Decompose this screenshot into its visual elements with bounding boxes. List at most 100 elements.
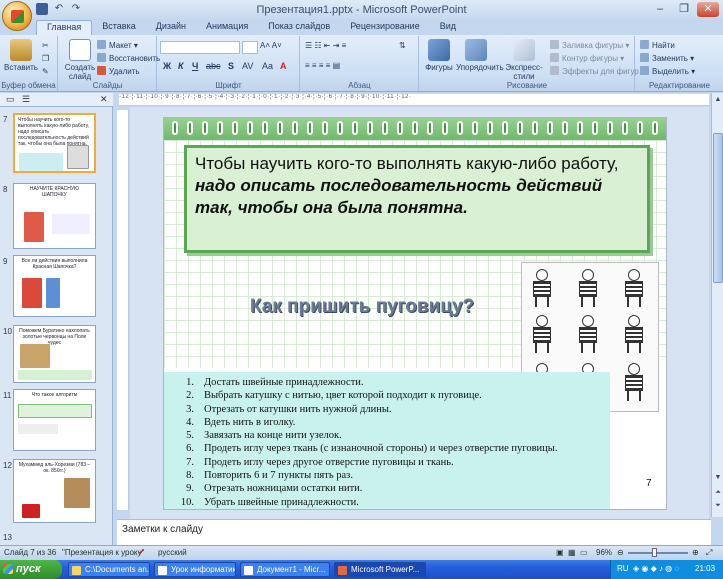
group-drawing: Фигуры Упорядочить Экспресс-стили Заливк… — [420, 36, 645, 91]
language-indicator[interactable]: русский — [158, 548, 187, 557]
find-button[interactable]: Найти — [640, 40, 675, 50]
change-case-button[interactable]: Aa — [262, 61, 273, 71]
scroll-thumb[interactable] — [713, 133, 723, 283]
strikethrough-button[interactable]: abc — [206, 61, 221, 71]
spiral-ring — [397, 121, 403, 135]
font-group-label: Шрифт — [215, 81, 242, 90]
step-text: Повторить 6 и 7 пункты пять раз. — [204, 470, 353, 482]
start-button[interactable]: пуск — [0, 560, 62, 579]
tab-view[interactable]: Вид — [430, 20, 466, 35]
shapes-button[interactable]: Фигуры — [422, 39, 456, 72]
spiral-ring — [292, 121, 298, 135]
sorter-view-icon[interactable]: ▦ — [568, 548, 576, 557]
scroll-down-icon[interactable]: ▼ — [713, 473, 723, 483]
slide-subtitle[interactable]: Как пришить пуговицу? — [212, 296, 512, 318]
task-explorer[interactable]: C:\Documents an... — [68, 562, 150, 577]
copy-icon[interactable]: ❐ — [42, 54, 49, 63]
slide[interactable]: Чтобы научить кого-то выполнять какую-ли… — [163, 117, 667, 510]
quick-styles-button[interactable]: Экспресс-стили — [500, 39, 548, 81]
thumb-text-block — [18, 370, 92, 380]
delete-slide-button[interactable]: Удалить — [97, 66, 140, 76]
text-direction-icon[interactable]: ⇅ — [399, 41, 406, 50]
spiral-ring — [307, 121, 313, 135]
fit-to-window-icon[interactable]: ⤢ — [706, 548, 712, 558]
step-number: 3. — [186, 403, 194, 415]
font-name-field[interactable] — [160, 41, 240, 54]
task-word-doc[interactable]: Документ1 - Micr... — [240, 562, 330, 577]
slide-thumb-12[interactable]: Мухаммед аль-Хорезми (783 – ок. 850гг.) — [13, 459, 96, 523]
tab-insert[interactable]: Вставка — [92, 20, 145, 35]
paste-button[interactable]: Вставить — [4, 39, 38, 72]
prev-slide-icon[interactable]: ⏶ — [713, 488, 723, 498]
shape-fill-button[interactable]: Заливка фигуры ▾ — [550, 40, 629, 50]
reset-button[interactable]: Восстановить — [97, 53, 160, 63]
shadow-button[interactable]: S — [228, 61, 234, 71]
tab-animation[interactable]: Анимация — [196, 20, 258, 35]
normal-view-icon[interactable]: ▣ — [556, 548, 564, 557]
zoom-out-icon[interactable]: ⊖ — [617, 548, 624, 557]
close-button[interactable]: ✕ — [697, 2, 719, 17]
outline-tab-icon[interactable]: ☰ — [22, 94, 30, 105]
slide-thumb-8[interactable]: НАУЧИТЕ КРАСНУЮ ШАПОЧКУ — [13, 183, 96, 249]
language-indicator-tray[interactable]: RU — [617, 564, 629, 573]
select-button[interactable]: Выделить ▾ — [640, 66, 695, 76]
shape-outline-button[interactable]: Контур фигуры ▾ — [550, 53, 624, 63]
shape-effects-button[interactable]: Эффекты для фигур ▾ — [550, 66, 645, 76]
font-color-button[interactable]: A — [280, 61, 287, 71]
scroll-up-icon[interactable]: ▲ — [713, 95, 723, 105]
minimize-button[interactable]: – — [649, 2, 671, 17]
tray-icons[interactable]: ◈ ◉ ◆ ♪ ◍ ◌ — [633, 564, 679, 573]
underline-button[interactable]: Ч — [192, 61, 198, 71]
spellcheck-icon[interactable]: ✔ — [138, 548, 145, 557]
task-word-lesson[interactable]: Урок информатик... — [154, 562, 236, 577]
italic-button[interactable]: К — [178, 61, 184, 71]
slide-thumb-9[interactable]: Все ли действия выполнила Красная Шапочк… — [13, 255, 96, 317]
zoom-slider[interactable] — [628, 552, 688, 554]
slide-thumb-11[interactable]: Что такое алгоритм — [13, 389, 96, 451]
cut-icon[interactable]: ✂ — [42, 41, 49, 50]
layout-button[interactable]: Макет ▾ — [97, 40, 138, 50]
tab-review[interactable]: Рецензирование — [340, 20, 430, 35]
zoom-in-icon[interactable]: ⊕ — [692, 548, 699, 557]
intro-textbox[interactable]: Чтобы научить кого-то выполнять какую-ли… — [184, 145, 650, 253]
zoom-level[interactable]: 96% — [596, 548, 612, 557]
step-number: 6. — [186, 443, 194, 455]
tab-slideshow[interactable]: Показ слайдов — [258, 20, 340, 35]
step-item: 3. Отрезать от катушки нить нужной длины. — [172, 403, 557, 416]
step-number: 1. — [186, 377, 194, 388]
task-powerpoint[interactable]: Microsoft PowerP... — [334, 562, 426, 577]
grow-font-icon[interactable]: A˄ A˅ — [260, 41, 282, 50]
steps-textbox[interactable]: 1. Достать швейные принадлежности. 2. Выбра… — [164, 372, 610, 509]
panel-close-icon[interactable]: ✕ — [100, 94, 108, 105]
maximize-button[interactable]: ❐ — [673, 2, 695, 17]
format-painter-icon[interactable]: ✎ — [42, 67, 49, 76]
step-text: Отрезать от катушки нить нужной длины. — [204, 403, 392, 415]
tab-design[interactable]: Дизайн — [146, 20, 196, 35]
slideshow-view-icon[interactable]: ▭ — [580, 548, 588, 557]
bold-button[interactable]: Ж — [163, 61, 171, 71]
char-spacing-button[interactable]: AV — [242, 61, 253, 71]
zoom-slider-thumb[interactable] — [652, 548, 657, 557]
paste-icon — [10, 39, 32, 61]
next-slide-icon[interactable]: ⏷ — [713, 501, 723, 511]
spiral-ring — [622, 121, 628, 135]
notes-pane[interactable]: Заметки к слайду — [117, 519, 711, 545]
font-size-field[interactable] — [242, 41, 258, 54]
thumb-title: Все ли действия выполнила Красная Шапочк… — [21, 258, 88, 270]
step-item: 2. Выбрать катушку с нитью, цвет которой … — [172, 389, 557, 402]
replace-button[interactable]: Заменить ▾ — [640, 53, 694, 63]
align-icon[interactable]: ≡ ≡ ≡ ≡ ▤ — [305, 61, 340, 70]
slide-thumb-7[interactable]: Чтобы научить кого-то выполнять какую-ли… — [13, 113, 96, 173]
vertical-scrollbar[interactable]: ▲ ▼ ⏶ ⏷ — [711, 93, 723, 517]
office-button[interactable] — [2, 1, 32, 31]
arrange-button[interactable]: Упорядочить — [456, 39, 504, 72]
slide-thumb-10[interactable]: Поможем Буратино нахлопать золотые черво… — [13, 325, 96, 383]
thumb-number: 12 — [3, 461, 12, 470]
intro-normal-text: Чтобы научить кого-то выполнять какую-ли… — [195, 154, 619, 173]
theme-name[interactable]: "Презентация к уроку" — [62, 548, 144, 557]
slides-tab-icon[interactable]: ▭ — [6, 94, 15, 105]
bullets-icon[interactable]: ☰ ☷ ⇤ ⇥ ≡ — [305, 41, 346, 50]
tab-home[interactable]: Главная — [36, 20, 93, 35]
spiral-ring — [517, 121, 523, 135]
new-slide-button[interactable]: Создать слайд — [63, 39, 97, 81]
